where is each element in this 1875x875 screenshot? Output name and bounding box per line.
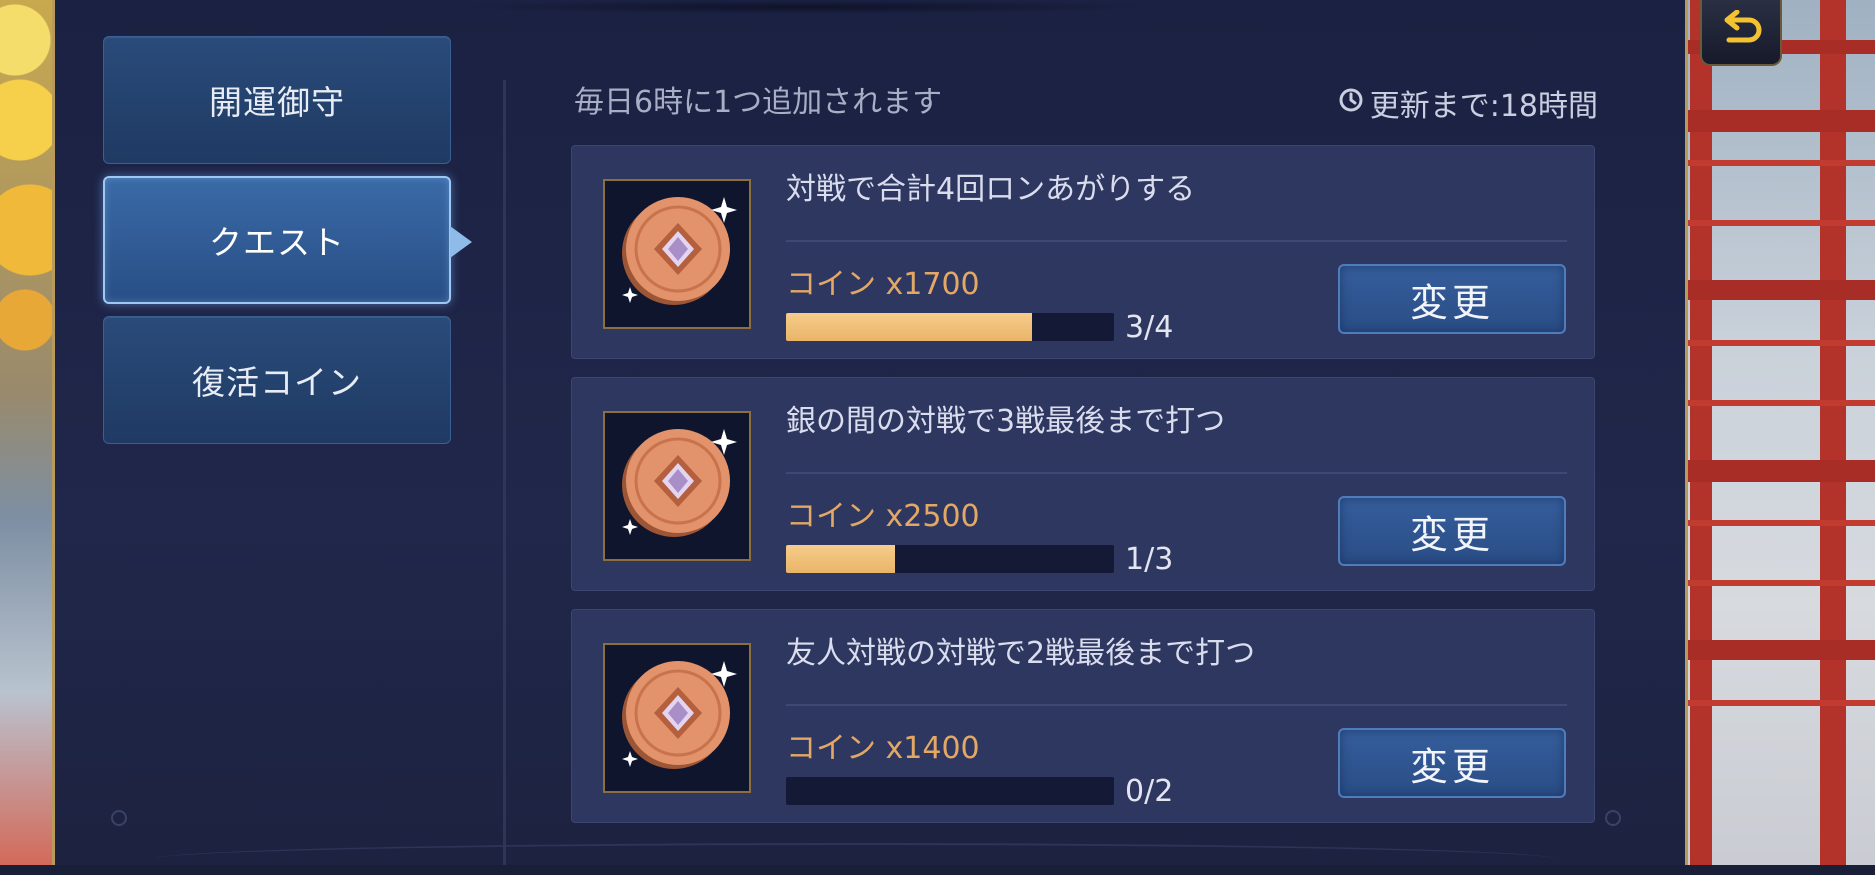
- quest-card: 友人対戦の対戦で2戦最後まで打つ コイン x1400 0/2 変更: [571, 609, 1595, 823]
- back-button[interactable]: [1700, 0, 1782, 66]
- tab-label: 開運御守: [209, 83, 345, 122]
- refresh-timer: 更新まで:18時間: [1338, 80, 1598, 126]
- quest-title: 友人対戦の対戦で2戦最後まで打つ: [786, 636, 1256, 671]
- tab-quest[interactable]: クエスト: [103, 176, 451, 304]
- quest-card: 銀の間の対戦で3戦最後まで打つ コイン x2500 1/3 変更: [571, 377, 1595, 591]
- quest-reward-frame: [603, 643, 751, 793]
- tab-omamori[interactable]: 開運御守: [103, 36, 451, 164]
- progress-count: 3/4: [1125, 310, 1174, 345]
- quest-divider: [786, 704, 1567, 706]
- tab-label: クエスト: [209, 223, 345, 262]
- quest-card: 対戦で合計4回ロンあがりする コイン x1700 3/4 変更: [571, 145, 1595, 359]
- clock-icon: [1338, 86, 1364, 121]
- quest-divider: [786, 240, 1567, 242]
- daily-add-note: 毎日6時に1つ追加されます: [574, 85, 943, 120]
- change-quest-button[interactable]: 変更: [1338, 264, 1566, 334]
- quest-title: 銀の間の対戦で3戦最後まで打つ: [786, 404, 1226, 439]
- background-torii-gate: [1670, 0, 1875, 865]
- quest-reward: コイン x2500: [786, 499, 980, 534]
- change-button-label: 変更: [1409, 512, 1494, 557]
- active-tab-indicator: [450, 226, 472, 258]
- decorative-dot: [1605, 810, 1621, 826]
- change-quest-button[interactable]: 変更: [1338, 496, 1566, 566]
- sidebar-divider: [503, 80, 506, 865]
- quest-reward-frame: [603, 411, 751, 561]
- tab-label: 復活コイン: [192, 363, 362, 402]
- tab-revival-coin[interactable]: 復活コイン: [103, 316, 451, 444]
- decorative-dot: [111, 810, 127, 826]
- refresh-text: 更新まで:18時間: [1369, 89, 1598, 124]
- progress-bar: [786, 545, 1114, 573]
- quest-divider: [786, 472, 1567, 474]
- coin-icon: [612, 651, 742, 785]
- decorative-arc: [155, 843, 1555, 875]
- quest-reward-frame: [603, 179, 751, 329]
- back-arrow-icon: [1717, 9, 1765, 54]
- change-button-label: 変更: [1409, 280, 1494, 325]
- progress-bar: [786, 313, 1114, 341]
- progress-count: 1/3: [1125, 542, 1174, 577]
- quest-reward: コイン x1400: [786, 731, 980, 766]
- change-button-label: 変更: [1409, 744, 1494, 789]
- quest-reward: コイン x1700: [786, 267, 980, 302]
- progress-count: 0/2: [1125, 774, 1174, 809]
- change-quest-button[interactable]: 変更: [1338, 728, 1566, 798]
- progress-bar: [786, 777, 1114, 805]
- coin-icon: [612, 419, 742, 553]
- progress-fill: [786, 313, 1032, 341]
- progress-fill: [786, 545, 896, 573]
- coin-icon: [612, 187, 742, 321]
- quest-title: 対戦で合計4回ロンあがりする: [786, 172, 1196, 207]
